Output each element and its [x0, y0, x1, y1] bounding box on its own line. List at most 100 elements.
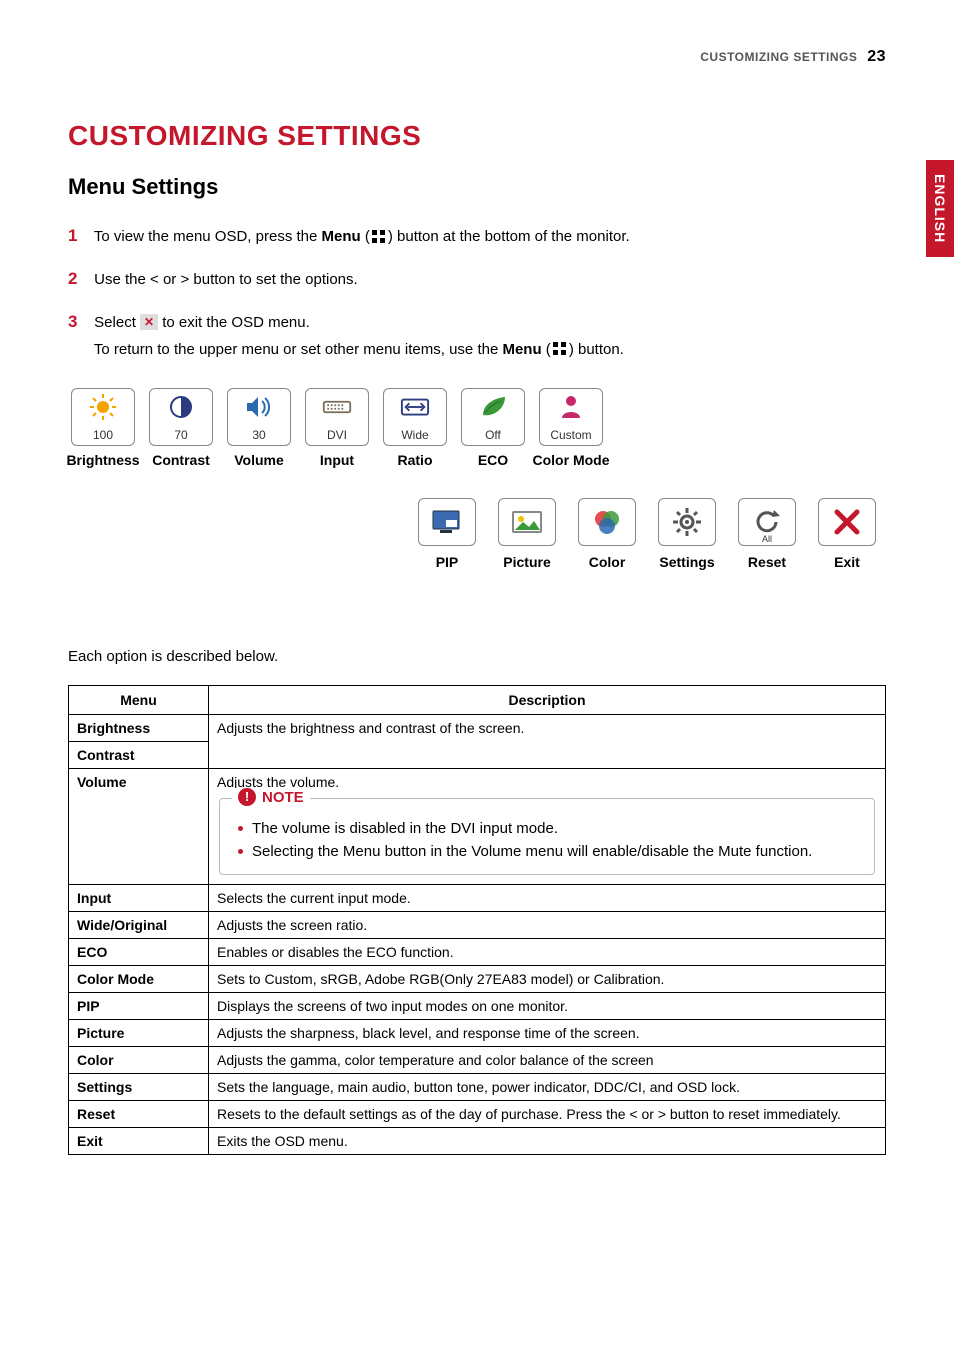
- tile-label: Exit: [834, 554, 860, 570]
- tile-value: Wide: [401, 428, 428, 442]
- tile-value: DVI: [327, 428, 347, 442]
- step-2: 2 Use the < or > button to set the optio…: [68, 265, 886, 294]
- info-icon: !: [238, 788, 256, 806]
- options-table: Menu Description Brightness Adjusts the …: [68, 685, 886, 1155]
- section-subtitle: Menu Settings: [68, 174, 886, 200]
- row-desc: Displays the screens of two input modes …: [209, 992, 886, 1019]
- row-menu: Color Mode: [69, 965, 209, 992]
- tile-label: Brightness: [66, 452, 139, 468]
- sun-icon: [88, 394, 118, 420]
- page-number: 23: [867, 48, 886, 65]
- speaker-icon: [244, 394, 274, 420]
- options-intro: Each option is described below.: [68, 648, 886, 665]
- tile-eco: Off ECO: [458, 388, 528, 468]
- row-desc: Exits the OSD menu.: [209, 1127, 886, 1154]
- step-text: Select: [94, 314, 140, 331]
- row-menu: Color: [69, 1046, 209, 1073]
- tile-exit: Exit: [814, 498, 880, 570]
- tile-value: Custom: [550, 428, 591, 442]
- osd-row-1: 100 Brightness 70 Contrast 30 Volume: [68, 388, 886, 468]
- menu-word: Menu: [322, 228, 361, 245]
- tile-value: 30: [252, 428, 265, 442]
- row-menu: PIP: [69, 992, 209, 1019]
- osd-row-2: PIP Picture Color Setti: [68, 498, 886, 570]
- tile-settings: Settings: [654, 498, 720, 570]
- row-menu: Settings: [69, 1073, 209, 1100]
- steps-list: 1 To view the menu OSD, press the Menu (…: [68, 222, 886, 362]
- tile-value: Off: [485, 428, 501, 442]
- row-desc: Selects the current input mode.: [209, 884, 886, 911]
- tile-sublabel: All: [762, 534, 772, 544]
- row-menu: Reset: [69, 1100, 209, 1127]
- row-desc: Sets the language, main audio, button to…: [209, 1073, 886, 1100]
- menu-icon: [370, 229, 388, 244]
- row-volume: Volume: [69, 769, 209, 885]
- tile-label: Color Mode: [533, 452, 610, 468]
- menu-icon: [551, 341, 569, 356]
- note-box: ! NOTE The volume is disabled in the DVI…: [219, 798, 875, 875]
- close-icon: ✕: [140, 314, 158, 330]
- step-3: 3 Select ✕ to exit the OSD menu. To retu…: [68, 308, 886, 362]
- desc-volume: Adjusts the volume. ! NOTE The volume is…: [209, 769, 886, 885]
- tile-reset: All Reset: [734, 498, 800, 570]
- desc-brightness-contrast: Adjusts the brightness and contrast of t…: [209, 715, 886, 769]
- step-text: To view the menu OSD, press the: [94, 228, 322, 245]
- tile-volume: 30 Volume: [224, 388, 294, 468]
- tile-pip: PIP: [414, 498, 480, 570]
- leaf-icon: [478, 394, 508, 420]
- language-tab: ENGLISH: [926, 160, 954, 257]
- running-title: CUSTOMIZING SETTINGS: [700, 50, 857, 64]
- color-icon: [591, 507, 623, 537]
- tile-color: Color: [574, 498, 640, 570]
- tile-label: Ratio: [398, 452, 433, 468]
- contrast-icon: [166, 394, 196, 420]
- row-menu: ECO: [69, 938, 209, 965]
- tile-label: Color: [589, 554, 626, 570]
- tile-color-mode: Custom Color Mode: [536, 388, 606, 468]
- row-desc: Adjusts the sharpness, black level, and …: [209, 1019, 886, 1046]
- gear-icon: [671, 506, 703, 538]
- person-icon: [556, 394, 586, 420]
- row-menu: Exit: [69, 1127, 209, 1154]
- ratio-icon: [400, 394, 430, 420]
- row-menu: Picture: [69, 1019, 209, 1046]
- tile-label: Contrast: [152, 452, 210, 468]
- row-brightness: Brightness: [69, 715, 209, 742]
- step-number: 2: [68, 265, 90, 294]
- tile-picture: Picture: [494, 498, 560, 570]
- tile-label: Picture: [503, 554, 550, 570]
- row-contrast: Contrast: [69, 742, 209, 769]
- tile-label: Volume: [234, 452, 284, 468]
- tile-label: Reset: [748, 554, 786, 570]
- th-desc: Description: [209, 686, 886, 715]
- running-header: CUSTOMIZING SETTINGS 23: [700, 48, 886, 66]
- step-number: 3: [68, 308, 90, 337]
- note-item: Selecting the Menu button in the Volume …: [238, 840, 860, 863]
- page-title: CUSTOMIZING SETTINGS: [68, 120, 886, 152]
- tile-label: PIP: [436, 554, 459, 570]
- tile-label: ECO: [478, 452, 508, 468]
- note-item: The volume is disabled in the DVI input …: [238, 817, 860, 840]
- tile-input: DVI Input: [302, 388, 372, 468]
- tile-value: 100: [93, 428, 113, 442]
- pip-icon: [430, 508, 464, 536]
- note-heading: ! NOTE: [232, 788, 310, 806]
- tile-brightness: 100 Brightness: [68, 388, 138, 468]
- port-icon: [322, 394, 352, 420]
- step-text: Use the < or > button to set the options…: [94, 271, 358, 288]
- row-desc: Enables or disables the ECO function.: [209, 938, 886, 965]
- step-number: 1: [68, 222, 90, 251]
- row-desc: Resets to the default settings as of the…: [209, 1100, 886, 1127]
- tile-ratio: Wide Ratio: [380, 388, 450, 468]
- osd-tiles: 100 Brightness 70 Contrast 30 Volume: [68, 388, 886, 570]
- tile-contrast: 70 Contrast: [146, 388, 216, 468]
- tile-value: 70: [174, 428, 187, 442]
- row-desc: Sets to Custom, sRGB, Adobe RGB(Only 27E…: [209, 965, 886, 992]
- picture-icon: [510, 508, 544, 536]
- th-menu: Menu: [69, 686, 209, 715]
- reset-icon: [752, 507, 782, 537]
- row-desc: Adjusts the screen ratio.: [209, 911, 886, 938]
- row-menu: Input: [69, 884, 209, 911]
- tile-label: Input: [320, 452, 354, 468]
- tile-label: Settings: [659, 554, 714, 570]
